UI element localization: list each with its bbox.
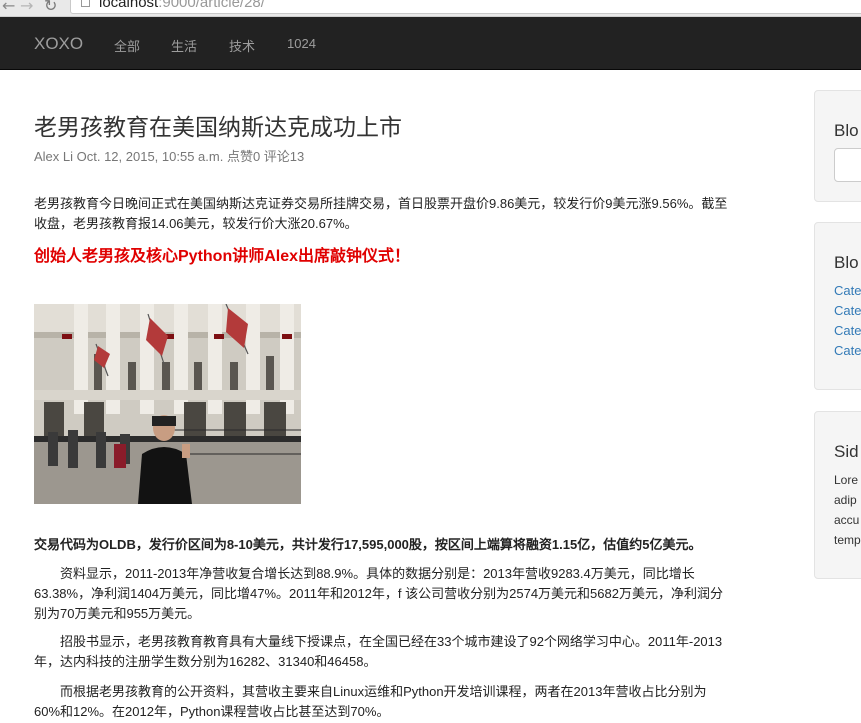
highlight-heading: 创始人老男孩及核心Python讲师Alex出席敲钟仪式！ — [34, 248, 411, 265]
paragraph-3-line-1: 招股书显示，老男孩教育教育具有大量线下授课点，在全国已经在33个城市建设了92个… — [60, 634, 723, 649]
search-panel-title: Blo — [834, 121, 859, 140]
paragraph-4-line-2: 60%和12%。在2012年，Python课程营收占比甚至达到70%。 — [34, 704, 390, 719]
search-input[interactable] — [834, 148, 861, 182]
trading-summary: 交易代码为OLDB，发行价区间为8-10美元，共计发行17,595,000股，按… — [34, 537, 702, 552]
nav-item-all[interactable]: 全部 — [114, 36, 140, 55]
paragraph-1-line-1: 老男孩教育今日晚间正式在美国纳斯达克证券交易所挂牌交易，首日股票开盘价9.86美… — [34, 196, 728, 211]
paragraph-2-line-3: 别为70万美元和955万美元。 — [34, 606, 201, 621]
side-widget-title: Sid — [834, 442, 859, 461]
article-title: 老男孩教育在美国纳斯达克成功上市 — [34, 114, 402, 140]
nav-item-life[interactable]: 生活 — [171, 36, 197, 55]
article-photo — [34, 304, 301, 504]
paragraph-2-line-2: 63.38%，净利润1404万美元，同比增47%。2011年和2012年，f 该… — [34, 586, 723, 601]
category-link[interactable]: Cate — [834, 343, 861, 358]
categories-panel-title: Blo — [834, 253, 859, 272]
url-path: :9000/article/28/ — [158, 0, 265, 11]
nyse-photo — [34, 304, 301, 504]
browser-toolbar: ← → ↻ localhost:9000/article/28/ — [0, 0, 861, 17]
back-arrow-icon[interactable]: ← — [2, 0, 15, 15]
paragraph-3-line-2: 年，达内科技的注册学生数分别为16282、31340和46458。 — [34, 654, 377, 669]
nav-item-tech[interactable]: 技术 — [229, 36, 255, 55]
side-widget-panel: Sid Lore adip accu temp — [814, 411, 861, 579]
search-panel: Blo — [814, 90, 861, 202]
url-host: localhost — [99, 0, 159, 11]
forward-arrow-icon[interactable]: → — [20, 0, 33, 15]
paragraph-2-line-1: 资料显示，2011-2013年净营收复合增长达到88.9%。具体的数据分别是：2… — [60, 566, 695, 581]
side-widget-line: temp — [834, 533, 861, 547]
category-link[interactable]: Cate — [834, 283, 861, 298]
reload-icon[interactable]: ↻ — [44, 0, 57, 15]
categories-panel: Blo Cate Cate Cate Cate — [814, 222, 861, 390]
page-icon — [81, 0, 90, 7]
side-widget-text: Lore adip accu temp — [834, 470, 861, 550]
top-navbar: XOXO 全部 生活 技术 1024 — [0, 17, 861, 70]
category-link[interactable]: Cate — [834, 303, 861, 318]
side-widget-line: adip — [834, 493, 857, 507]
address-url[interactable]: localhost:9000/article/28/ — [99, 0, 265, 11]
side-widget-line: Lore — [834, 473, 859, 487]
side-widget-line: accu — [834, 513, 860, 527]
nav-item-1024[interactable]: 1024 — [287, 36, 316, 51]
article-meta: Alex Li Oct. 12, 2015, 10:55 a.m. 点赞0 评论… — [34, 149, 305, 164]
paragraph-4-line-1: 而根据老男孩教育的公开资料，其营收主要来自Linux运维和Python开发培训课… — [60, 684, 707, 699]
address-bar[interactable]: localhost:9000/article/28/ — [70, 0, 861, 14]
brand-logo[interactable]: XOXO — [34, 34, 83, 54]
paragraph-1-line-2: 收盘，老男孩教育报14.06美元，较发行价大涨20.67%。 — [34, 216, 358, 231]
category-link[interactable]: Cate — [834, 323, 861, 338]
